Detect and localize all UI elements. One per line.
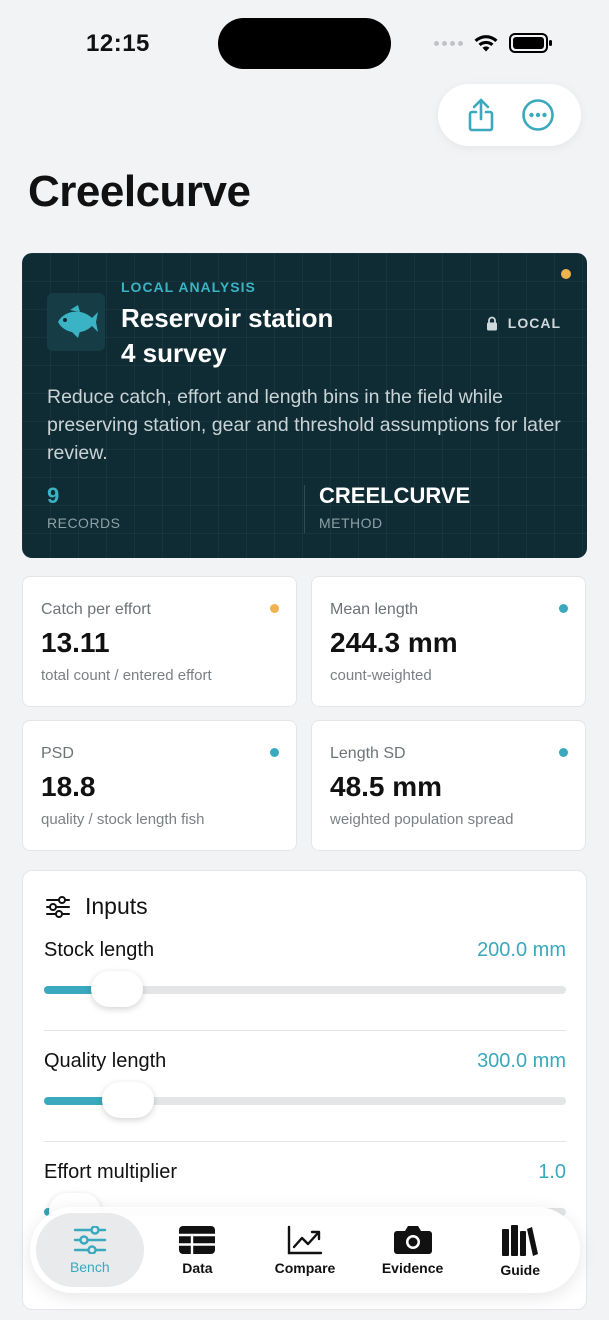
analysis-hero-card: LOCAL ANALYSIS Reservoir station 4 surve… <box>22 253 587 558</box>
metric-status-dot <box>270 604 279 613</box>
slider-track[interactable] <box>44 1082 566 1118</box>
more-button[interactable] <box>514 91 562 139</box>
hero-title: Reservoir station 4 survey <box>121 301 421 371</box>
slider-value: 1.0 <box>538 1161 566 1183</box>
records-stat: 9 RECORDS <box>47 483 121 531</box>
tab-label: Guide <box>500 1261 540 1278</box>
metric-status-dot <box>559 604 568 613</box>
tab-bar: Bench Data Compare Evidence Guide <box>30 1207 580 1293</box>
row-divider <box>44 1030 566 1031</box>
hero-description: Reduce catch, effort and length bins in … <box>47 386 561 464</box>
row-divider <box>44 1141 566 1142</box>
metric-label: Mean length <box>330 601 419 618</box>
tab-label: Evidence <box>381 1259 444 1276</box>
metric-caption: quality / stock length fish <box>41 811 205 828</box>
slider-label: Stock length <box>44 939 155 961</box>
hero-title-line: 4 survey <box>121 338 227 368</box>
wifi-icon <box>474 35 498 52</box>
share-icon <box>468 98 494 132</box>
slider-thumb[interactable] <box>91 971 144 1007</box>
tab-evidence[interactable]: Evidence <box>359 1213 467 1287</box>
metric-label: Catch per effort <box>41 601 151 618</box>
metric-label: PSD <box>41 745 74 762</box>
metric-card-length-sd: Length SD 48.5 mm weighted population sp… <box>311 720 586 851</box>
ellipsis-circle-icon <box>522 99 555 131</box>
slider-label: Quality length <box>44 1050 167 1072</box>
sliders-icon <box>73 1225 106 1254</box>
tab-compare[interactable]: Compare <box>251 1213 359 1287</box>
page-title: Creelcurve <box>28 167 251 216</box>
slider-value: 300.0 mm <box>477 1050 566 1072</box>
dynamic-island <box>218 18 391 69</box>
method-stat: CREELCURVE METHOD <box>319 483 470 531</box>
tab-data[interactable]: Data <box>144 1213 252 1287</box>
metric-value: 48.5 mm <box>330 771 443 802</box>
inputs-title: Inputs <box>85 893 148 919</box>
hero-title-line: Reservoir station <box>121 303 334 333</box>
hero-eyebrow: LOCAL ANALYSIS <box>121 279 256 295</box>
tab-label: Bench <box>69 1258 110 1275</box>
metric-caption: count-weighted <box>330 667 432 684</box>
local-badge: LOCAL <box>486 315 561 331</box>
metric-caption: total count / entered effort <box>41 667 212 684</box>
trend-chart-icon <box>287 1225 323 1254</box>
table-icon <box>179 1225 216 1254</box>
method-label: METHOD <box>319 515 383 531</box>
inputs-header: Inputs <box>45 893 148 920</box>
status-dot <box>561 269 571 279</box>
metric-value: 13.11 <box>41 627 110 658</box>
slider-label: Effort multiplier <box>44 1161 178 1183</box>
records-label: RECORDS <box>47 515 121 531</box>
local-badge-label: LOCAL <box>507 315 561 331</box>
status-indicators <box>434 32 553 54</box>
slider-thumb[interactable] <box>101 1082 154 1118</box>
share-button[interactable] <box>457 91 505 139</box>
metric-status-dot <box>559 748 568 757</box>
metric-caption: weighted population spread <box>330 811 514 828</box>
cellular-signal-icon <box>434 40 463 46</box>
metric-label: Length SD <box>330 745 406 762</box>
hero-icon-tile <box>47 293 105 351</box>
metric-card-psd: PSD 18.8 quality / stock length fish <box>22 720 297 851</box>
tab-guide[interactable]: Guide <box>466 1213 574 1287</box>
books-icon <box>502 1224 539 1256</box>
metric-card-catch-per-effort: Catch per effort 13.11 total count / ent… <box>22 576 297 707</box>
slider-value: 200.0 mm <box>477 939 566 961</box>
tab-bench[interactable]: Bench <box>36 1213 144 1287</box>
records-value: 9 <box>47 483 60 508</box>
slider-track[interactable] <box>44 971 566 1007</box>
status-time: 12:15 <box>86 30 150 57</box>
status-bar: 12:15 <box>0 0 609 88</box>
sliders-icon <box>46 895 70 918</box>
method-value: CREELCURVE <box>319 483 471 508</box>
metric-card-mean-length: Mean length 244.3 mm count-weighted <box>311 576 586 707</box>
metric-value: 244.3 mm <box>330 627 458 658</box>
battery-icon <box>509 33 552 53</box>
tab-label: Data <box>182 1259 213 1276</box>
hero-divider <box>304 485 305 533</box>
metric-status-dot <box>270 748 279 757</box>
lock-icon <box>486 316 497 330</box>
camera-icon <box>393 1225 432 1254</box>
top-actions <box>438 84 581 146</box>
fish-icon <box>58 305 98 338</box>
metric-value: 18.8 <box>41 771 96 802</box>
tab-label: Compare <box>274 1259 336 1276</box>
